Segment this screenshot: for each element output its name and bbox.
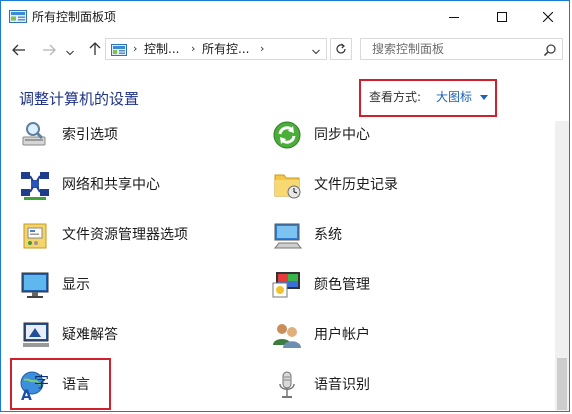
up-button[interactable] <box>85 41 105 59</box>
breadcrumb-separator[interactable]: › <box>191 42 195 56</box>
refresh-button[interactable] <box>330 38 352 60</box>
chevron-down-icon <box>66 41 74 60</box>
search-input[interactable] <box>361 39 547 59</box>
item-label: 文件历史记录 <box>314 177 398 193</box>
forward-button[interactable] <box>39 41 59 59</box>
vertical-scrollbar[interactable] <box>555 121 569 411</box>
display-icon <box>19 269 51 301</box>
maximize-button[interactable] <box>479 1 525 32</box>
item-language[interactable]: 字 A 语言 <box>19 365 109 405</box>
item-color-management[interactable]: 颜色管理 <box>271 265 471 305</box>
search-box[interactable] <box>360 38 563 60</box>
indexing-options-icon <box>19 121 51 151</box>
breadcrumb-all-items[interactable]: 所有控... <box>202 41 249 57</box>
close-button[interactable] <box>525 1 569 32</box>
system-icon <box>271 219 303 251</box>
item-label: 索引选项 <box>62 127 118 143</box>
control-panel-window: 所有控制面板项 › 控制... › 所有控... › 搜索控制面板 调整计算机的… <box>0 0 570 412</box>
sync-center-icon <box>271 121 303 151</box>
file-explorer-options-icon <box>19 219 51 251</box>
item-label: 语音识别 <box>314 377 370 393</box>
refresh-icon <box>335 40 347 59</box>
page-title: 调整计算机的设置 <box>19 90 140 108</box>
item-user-accounts[interactable]: 用户帐户 <box>271 315 471 355</box>
item-label: 文件资源管理器选项 <box>62 227 188 243</box>
view-by-selector[interactable]: 查看方式: 大图标 <box>359 79 497 117</box>
item-sync-center[interactable]: 同步中心 <box>271 121 471 155</box>
svg-text:A: A <box>21 388 32 401</box>
network-sharing-center-icon <box>19 169 51 201</box>
item-display[interactable]: 显示 <box>19 265 219 305</box>
item-indexing-options[interactable]: 索引选项 <box>19 121 219 155</box>
chevron-down-icon <box>312 40 320 59</box>
maximize-icon <box>497 11 507 22</box>
user-accounts-icon <box>271 319 303 351</box>
search-icon[interactable] <box>543 42 557 57</box>
troubleshooting-icon <box>19 319 51 351</box>
minimize-icon <box>449 12 459 22</box>
item-label: 系统 <box>314 227 342 243</box>
breadcrumb-control-panel[interactable]: 控制... <box>144 41 179 57</box>
control-panel-items: 索引选项 同步中心 网络和共享中心 文件历史记录 文件资源管理器选项 系统 显示… <box>1 121 555 411</box>
arrow-left-icon <box>12 41 26 60</box>
control-panel-icon <box>111 42 127 56</box>
item-network-sharing-center[interactable]: 网络和共享中心 <box>19 165 219 205</box>
arrow-right-icon <box>42 41 56 60</box>
window-title: 所有控制面板项 <box>32 10 117 24</box>
item-label: 疑难解答 <box>62 327 118 343</box>
minimize-button[interactable] <box>431 1 477 32</box>
close-icon <box>543 11 553 22</box>
item-label: 显示 <box>62 277 90 293</box>
item-label: 网络和共享中心 <box>62 177 160 193</box>
item-label: 语言 <box>62 377 90 393</box>
item-label: 同步中心 <box>314 127 370 143</box>
title-bar[interactable]: 所有控制面板项 <box>1 1 569 33</box>
control-panel-icon <box>9 9 27 23</box>
scrollbar-thumb[interactable] <box>557 358 567 410</box>
address-bar[interactable]: › 控制... › 所有控... › <box>105 38 327 60</box>
item-file-history[interactable]: 文件历史记录 <box>271 165 471 205</box>
language-icon: 字 A <box>19 369 51 404</box>
view-by-dropdown[interactable]: 大图标 <box>436 89 472 105</box>
speech-recognition-icon <box>271 369 303 401</box>
address-dropdown-button[interactable] <box>308 38 324 60</box>
breadcrumb-separator[interactable]: › <box>133 42 137 56</box>
item-label: 用户帐户 <box>314 327 370 343</box>
caret-down-icon[interactable] <box>480 95 488 100</box>
item-label: 颜色管理 <box>314 277 370 293</box>
item-troubleshooting[interactable]: 疑难解答 <box>19 315 219 355</box>
item-system[interactable]: 系统 <box>271 215 471 255</box>
back-button[interactable] <box>9 41 29 59</box>
recent-locations-button[interactable] <box>63 41 77 59</box>
breadcrumb-separator[interactable]: › <box>260 42 264 56</box>
item-speech-recognition[interactable]: 语音识别 <box>271 365 471 405</box>
view-by-label: 查看方式: <box>369 90 422 104</box>
arrow-up-icon <box>89 41 101 60</box>
color-management-icon <box>271 269 303 301</box>
file-history-icon <box>271 169 303 201</box>
svg-text:字: 字 <box>34 373 49 391</box>
item-file-explorer-options[interactable]: 文件资源管理器选项 <box>19 215 239 255</box>
